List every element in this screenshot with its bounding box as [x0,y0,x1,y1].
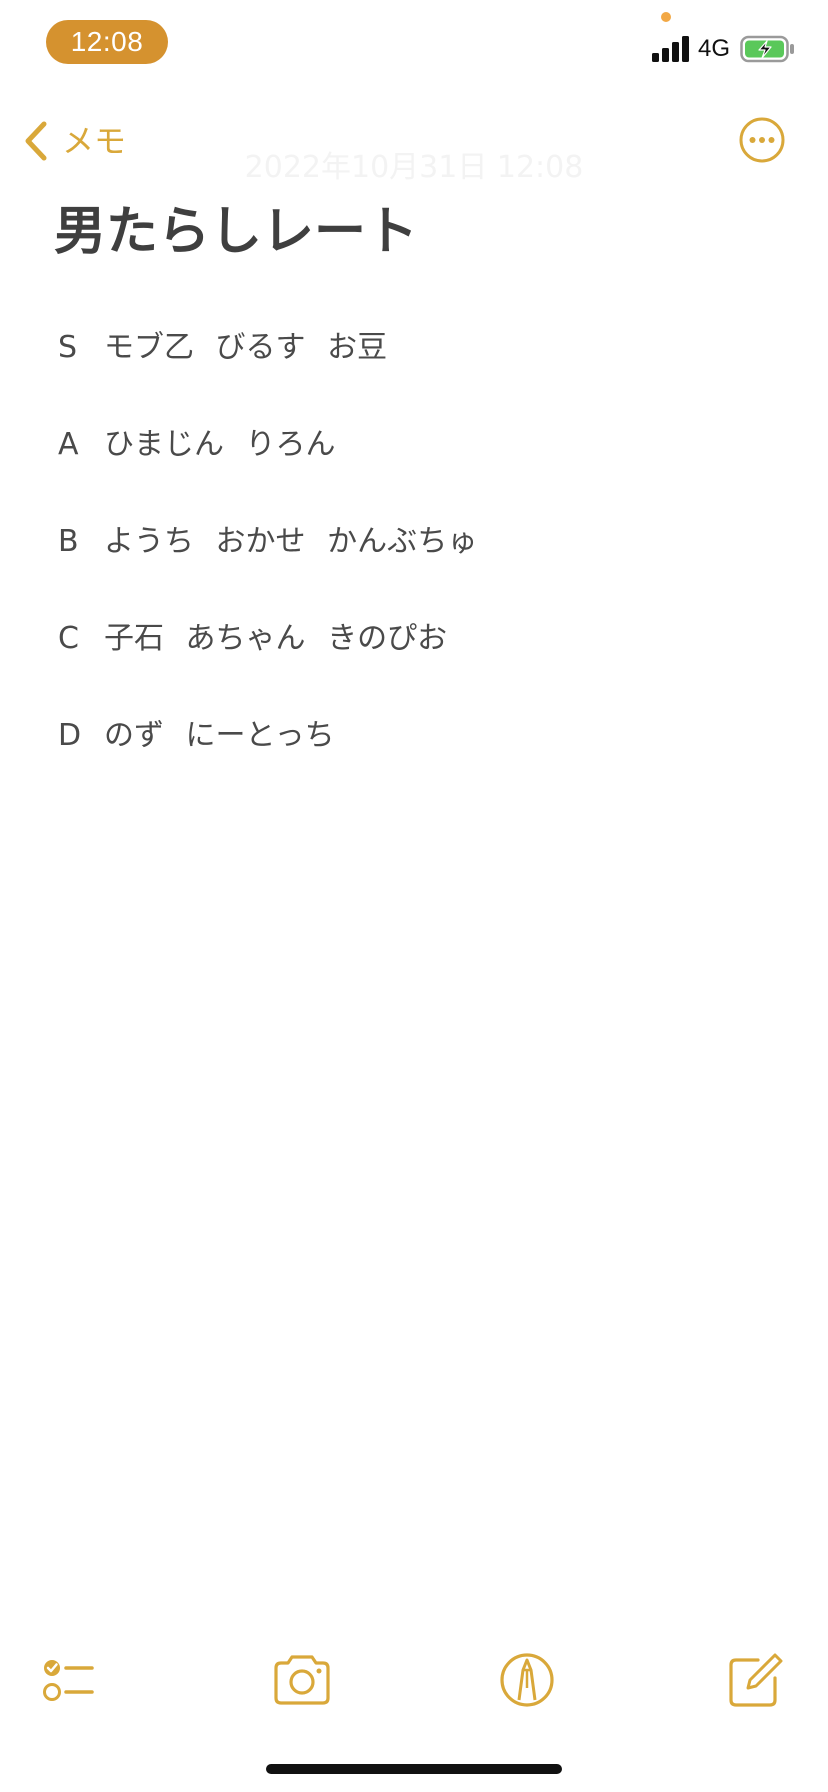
markup-pen-icon [500,1653,554,1707]
navigation-bar: メモ 2022年10月31日 12:08 [0,100,828,185]
rank-label: C [58,621,79,656]
status-bar: 12:08 4G [0,0,828,90]
camera-button[interactable] [270,1648,334,1712]
rank-names: モブ乙 びるす お豆 [104,330,388,365]
ellipsis-circle-icon[interactable] [738,116,786,164]
checklist-icon [43,1660,94,1701]
rank-names: 子石 あちゃん きのぴお [104,621,448,656]
rank-label: B [58,524,79,559]
rank-label: D [58,718,82,753]
note-line[interactable]: D のず にーとっち [58,706,778,803]
rank-names: のず にーとっち [104,718,335,753]
note-title[interactable]: 男たらしレート [54,196,418,268]
note-line[interactable]: S モブ乙 びるす お豆 [58,318,778,415]
markup-button[interactable] [495,1648,559,1712]
note-date: 2022年10月31日 12:08 [244,150,584,185]
compose-button[interactable] [722,1648,786,1712]
status-time[interactable]: 12:08 [46,20,168,64]
notes-screen: 12:08 4G メモ 2022年10月31日 12:08 男たらしレート S … [0,0,828,1792]
compose-icon [729,1653,783,1707]
rank-names: ひまじん りろん [104,427,336,462]
camera-indicator-dot [661,12,671,22]
note-body[interactable]: S モブ乙 びるす お豆 A ひまじん りろん B ようち おかせ かんぶちゅ … [58,318,778,803]
rank-label: A [58,427,79,462]
note-line[interactable]: C 子石 あちゃん きのぴお [58,609,778,706]
note-line[interactable]: A ひまじん りろん [58,415,778,512]
camera-icon [274,1655,330,1705]
home-indicator[interactable] [266,1764,562,1774]
rank-names: ようち おかせ かんぶちゅ [104,524,478,559]
rank-label: S [58,330,78,365]
note-line[interactable]: B ようち おかせ かんぶちゅ [58,512,778,609]
bottom-toolbar [0,1640,828,1720]
signal-icon [652,36,689,62]
checklist-button[interactable] [36,1648,100,1712]
network-type: 4G [698,35,731,62]
battery-charging-icon [740,35,794,63]
